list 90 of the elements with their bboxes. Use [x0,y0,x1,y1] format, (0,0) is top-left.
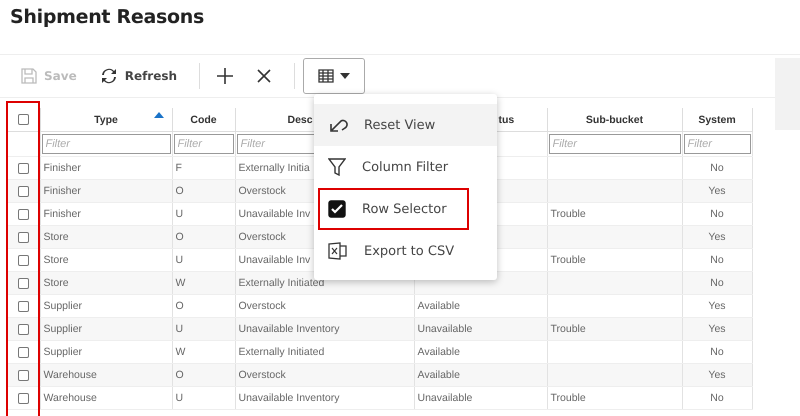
column-header[interactable]: tus [498,114,514,126]
table-cell: Available [418,300,460,312]
table-cell: O [176,300,184,312]
table-cell: U [176,208,184,220]
table-cell: Yes [708,185,726,197]
table-cell: Trouble [550,208,586,220]
table-cell: Trouble [550,323,586,335]
close-icon [256,68,272,84]
filter-icon [328,158,346,176]
table-cell: Unavailable Inventory [238,392,340,404]
table-cell: Supplier [44,300,82,312]
filter-field[interactable]: Filter [548,134,680,154]
column-header[interactable]: Code [190,114,217,126]
table-cell: Yes [708,323,726,335]
table-cell: Overstock [238,300,286,312]
table-cell: U [176,392,184,404]
row-checkbox[interactable] [18,392,30,404]
table-cell: Unavailable Inventory [238,323,340,335]
table-cell: No [710,162,724,174]
table-cell: W [176,277,186,289]
select-all-checkbox[interactable] [18,114,30,125]
column-header[interactable]: Type [94,114,118,126]
table-cell: Externally Initia [238,162,310,174]
table-cell: No [710,392,724,404]
menu-item[interactable]: Row Selector [318,188,469,230]
row-checkbox[interactable] [18,370,30,380]
filter-field[interactable]: Filter [42,134,170,154]
row-checkbox[interactable] [18,300,30,312]
column-header[interactable]: Desc [288,114,313,126]
table-cell: Store [44,277,69,289]
column-header[interactable]: Sub-bucket [586,114,644,126]
table-cell: No [710,254,724,266]
table-cell: Available [418,346,460,358]
row-checkbox[interactable] [18,208,30,220]
table-cell: Finisher [44,185,81,197]
table-icon [318,69,334,83]
table-cell: Supplier [44,323,82,335]
row-checkbox[interactable] [18,232,30,242]
filter-field[interactable]: Filter [684,134,750,154]
menu-item[interactable]: Column Filter [314,146,497,188]
table-cell: Available [418,369,460,381]
save-icon [20,67,38,85]
table-cell: Externally Initiated [238,346,324,358]
table-cell: No [710,346,724,358]
table-cell: Unavailable Inv [238,254,310,266]
table-cell: Overstock [238,231,286,243]
table-cell: U [176,323,184,335]
row-checkbox[interactable] [18,254,30,266]
table-cell: Yes [708,300,726,312]
table-cell: Finisher [44,208,81,220]
row-checkbox[interactable] [18,278,30,288]
caret-icon [340,73,350,79]
table-cell: Unavailable [418,392,472,404]
column-header[interactable]: System [698,114,736,126]
add-icon [216,67,234,85]
table-cell: W [176,346,186,358]
table-cell: O [176,185,184,197]
table-cell: Trouble [550,392,586,404]
page-title: Shipment Reasons [9,5,205,30]
table-cell: Unavailable Inv [238,208,310,220]
table-cell: Finisher [44,162,81,174]
table-cell: Yes [708,231,726,243]
refresh-button[interactable]: Refresh [90,62,186,90]
row-checkbox[interactable] [18,162,30,174]
table-cell: Trouble [550,254,586,266]
table-cell: Warehouse [44,392,97,404]
menu-item[interactable]: Export to CSV [314,230,497,272]
table-cell: Supplier [44,346,82,358]
table-cell: Store [44,254,69,266]
row-checkbox[interactable] [18,324,30,334]
view-menu-button[interactable] [303,58,366,94]
table-cell: Unavailable [418,323,472,335]
row-checkbox[interactable] [18,346,30,358]
row-checkbox[interactable] [18,186,30,196]
table-cell: Overstock [238,369,286,381]
table-cell: Yes [708,369,726,381]
table-cell: U [176,254,184,266]
table-cell: No [710,277,724,289]
table-cell: No [710,208,724,220]
sort-ascending-icon [154,112,164,118]
table-cell: O [176,231,184,243]
table-cell: Externally Initiated [238,277,324,289]
spreadsheet-icon [328,242,348,260]
table-cell: Warehouse [44,369,97,381]
menu-item[interactable]: Reset View [314,104,497,146]
filter-field[interactable]: Filter [174,134,234,154]
table-cell: F [176,162,182,174]
table-cell: Store [44,231,69,243]
table-cell: O [176,369,184,381]
table-cell: Overstock [238,185,286,197]
